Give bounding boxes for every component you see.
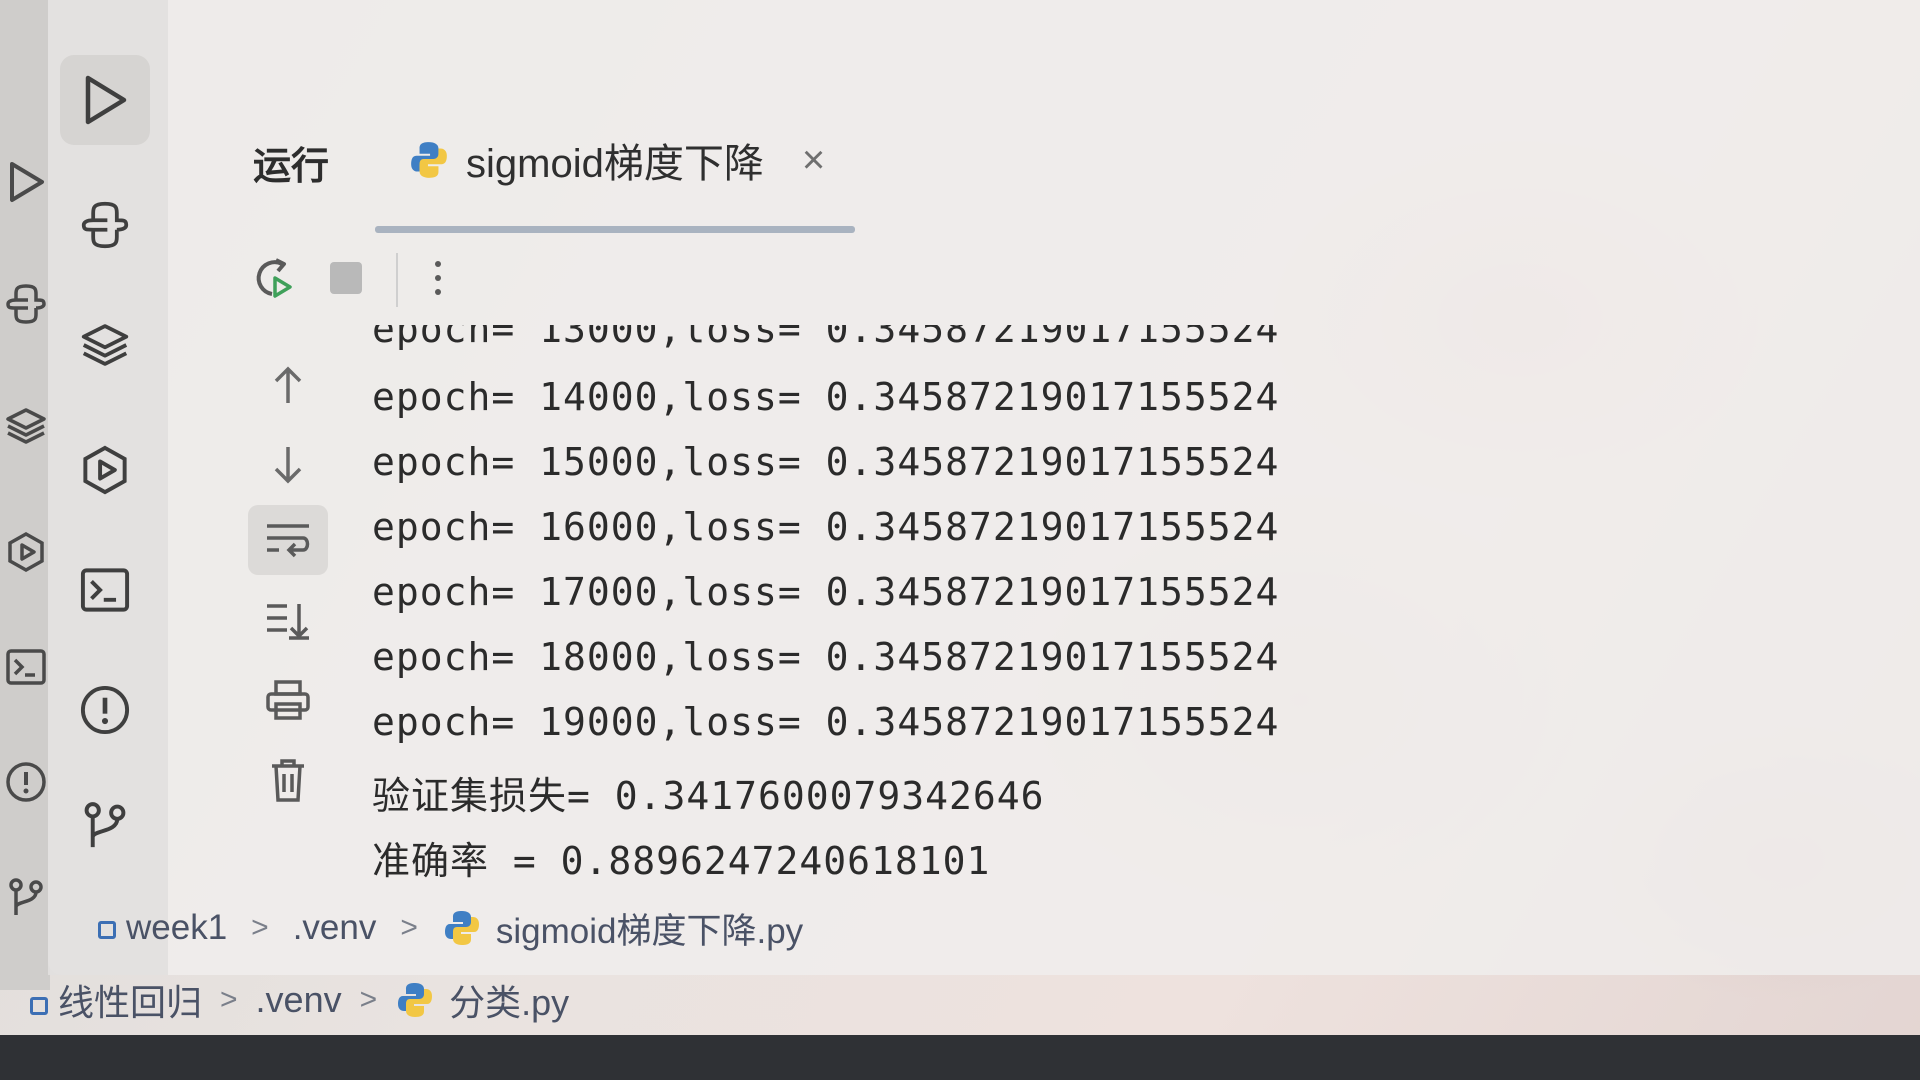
ide-window: 运行 sigmoid梯度下降 × epoch= 13000,loss= 0.34… (48, 0, 1920, 975)
run-panel-title: 运行 (253, 146, 330, 188)
python-console-icon[interactable] (4, 282, 48, 326)
background-breadcrumb-file[interactable]: 分类.py (395, 974, 569, 1026)
toolbar-separator (396, 253, 398, 307)
breadcrumb-project[interactable]: week1 (98, 908, 227, 948)
run-tool-button[interactable] (60, 55, 150, 145)
console-line: epoch= 13000,loss= 0.34587219017155524 (372, 325, 1280, 351)
git-icon[interactable] (4, 875, 48, 919)
console-line: epoch= 17000,loss= 0.34587219017155524 (372, 570, 1280, 614)
trash-icon[interactable] (248, 745, 328, 815)
breadcrumb-file[interactable]: sigmoid梯度下降.py (442, 903, 803, 954)
python-file-icon (395, 980, 435, 1020)
terminal-icon (80, 568, 130, 612)
print-icon[interactable] (248, 665, 328, 735)
console-line: epoch= 18000,loss= 0.34587219017155524 (372, 635, 1280, 679)
run-icon[interactable] (4, 160, 48, 204)
services-icon (83, 445, 127, 495)
python-console-button[interactable] (60, 180, 150, 270)
chevron-right-icon: > (220, 983, 238, 1016)
terminal-button[interactable] (60, 545, 150, 635)
project-icon (98, 921, 116, 939)
breadcrumb: week1 > .venv > sigmoid梯度下降.py (98, 900, 803, 956)
console-line: epoch= 14000,loss= 0.34587219017155524 (372, 375, 1280, 419)
close-tab-icon[interactable]: × (802, 138, 825, 183)
background-breadcrumb-project[interactable]: 线性回归 (30, 974, 202, 1026)
breadcrumb-folder[interactable]: .venv (293, 908, 377, 948)
problems-button[interactable] (60, 665, 150, 755)
scroll-up-icon[interactable] (248, 350, 328, 420)
python-file-icon (442, 908, 482, 948)
layers-icon (81, 324, 129, 366)
background-breadcrumb-folder[interactable]: .venv (256, 979, 342, 1021)
project-icon (30, 997, 48, 1015)
background-window-sidebar (0, 0, 50, 990)
run-panel: 运行 sigmoid梯度下降 × epoch= 13000,loss= 0.34… (168, 90, 1920, 975)
chevron-right-icon: > (359, 983, 378, 1016)
stop-icon[interactable] (326, 258, 366, 303)
active-tab-indicator (375, 226, 855, 233)
chevron-right-icon: > (251, 911, 269, 944)
layers-icon[interactable] (4, 404, 48, 448)
run-tab-label: sigmoid梯度下降 (466, 142, 764, 186)
console-line: epoch= 19000,loss= 0.34587219017155524 (372, 700, 1280, 744)
background-breadcrumb: 线性回归 > .venv > 分类.py (30, 979, 569, 1023)
chevron-right-icon: > (400, 911, 418, 944)
screen-bezel (0, 1035, 1920, 1080)
tool-window-strip (48, 0, 168, 975)
services-button[interactable] (60, 425, 150, 515)
console-line: epoch= 15000,loss= 0.34587219017155524 (372, 440, 1280, 484)
problems-icon[interactable] (4, 760, 48, 804)
console-line: epoch= 16000,loss= 0.34587219017155524 (372, 505, 1280, 549)
more-icon[interactable] (428, 254, 448, 307)
rerun-icon[interactable] (248, 254, 296, 307)
services-icon[interactable] (4, 530, 48, 574)
run-icon (85, 75, 127, 125)
git-button[interactable] (60, 780, 150, 870)
accuracy-line: 准确率 = 0.8896247240618101 (372, 839, 991, 883)
scroll-down-icon[interactable] (248, 430, 328, 500)
validation-loss-line: 验证集损失= 0.3417600079342646 (372, 774, 1045, 818)
run-tab[interactable]: sigmoid梯度下降 × (408, 120, 825, 200)
git-icon (84, 802, 126, 848)
scroll-to-end-icon[interactable] (248, 585, 328, 655)
python-console-icon (81, 201, 129, 249)
terminal-icon[interactable] (4, 645, 48, 689)
problems-icon (80, 685, 130, 735)
soft-wrap-icon[interactable] (248, 505, 328, 575)
run-toolbar (248, 240, 448, 320)
python-packages-button[interactable] (60, 300, 150, 390)
console-output: epoch= 13000,loss= 0.34587219017155524 e… (358, 325, 1458, 905)
python-file-icon (408, 139, 450, 181)
